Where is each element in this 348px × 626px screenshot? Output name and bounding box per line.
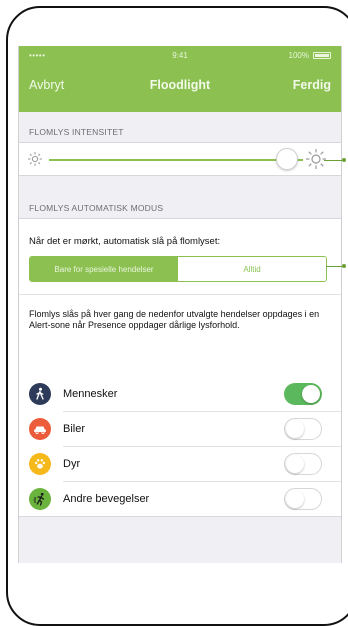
intensity-slider-thumb[interactable] [276,148,298,170]
toggle-knob [302,385,320,403]
sun-small-icon [28,152,42,166]
done-button[interactable]: Ferdig [293,78,331,92]
mode-segmented-control: Bare for spesielle hendelser Alltid [29,256,327,282]
option-special-events[interactable]: Bare for spesielle hendelser [30,257,178,281]
event-row-other-motion: Andre bevegelser [19,482,341,516]
status-bar: ••••• 9:41 100% [19,46,341,64]
toggle-knob [286,420,304,438]
description-text: Flomlys slås på hver gang de nedenfor ut… [29,309,320,330]
motion-icon [29,488,51,510]
divider [19,294,341,295]
auto-mode-header: FLOMLYS AUTOMATISK MODUS [29,203,164,213]
event-label: Mennesker [63,388,118,400]
people-toggle[interactable] [284,383,322,405]
person-icon [29,383,51,405]
callout-dot [342,158,346,162]
cancel-button[interactable]: Avbryt [29,78,64,92]
option-always[interactable]: Alltid [178,257,326,281]
toggle-knob [286,455,304,473]
intensity-slider-track[interactable] [49,159,303,161]
app-screen: ••••• 9:41 100% Avbryt Floodlight Ferdig… [18,46,342,563]
event-row-animals: Dyr [19,447,341,481]
battery-icon [313,52,331,59]
event-row-cars: Biler [19,412,341,446]
intensity-slider-row [19,143,341,175]
other-motion-toggle[interactable] [284,488,322,510]
car-icon [29,418,51,440]
navigation-bar: ••••• 9:41 100% Avbryt Floodlight Ferdig [19,46,341,112]
paw-icon [29,453,51,475]
callout-dot [342,264,346,268]
bottom-spacer [19,517,341,563]
battery-percent: 100% [288,51,309,60]
auto-mode-prompt: Når det er mørkt, automatisk slå på flom… [29,236,221,247]
event-row-people: Mennesker [19,377,341,411]
cars-toggle[interactable] [284,418,322,440]
toggle-knob [286,490,304,508]
event-label: Dyr [63,458,81,470]
intensity-header: FLOMLYS INTENSITET [29,127,124,137]
animals-toggle[interactable] [284,453,322,475]
callout-line [324,160,344,161]
event-label: Andre bevegelser [63,493,150,505]
divider [19,175,341,176]
battery-status: 100% [289,51,331,60]
sun-large-icon [306,149,326,169]
event-label: Biler [63,423,86,435]
